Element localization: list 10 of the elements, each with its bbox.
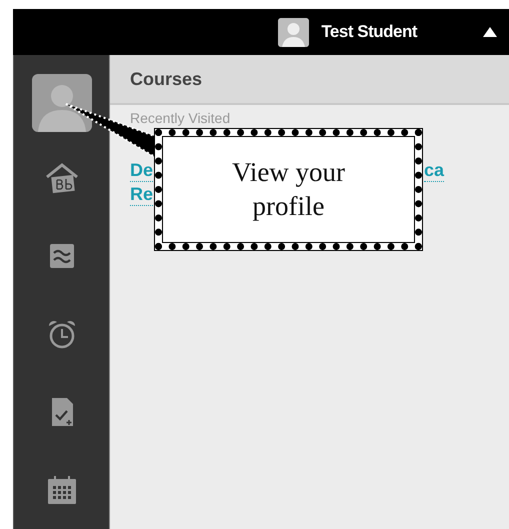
avatar-icon [278, 18, 310, 46]
section-heading: Recently Visited [130, 110, 230, 126]
course-link[interactable]: Re [130, 184, 154, 206]
house-icon [44, 161, 78, 195]
course-link[interactable]: De [130, 160, 154, 182]
profile-button[interactable] [32, 73, 92, 133]
tooltip: View your profile [155, 129, 422, 250]
user-name[interactable]: Test Student [321, 22, 417, 42]
caret-icon[interactable] [483, 27, 497, 37]
panel-title: Courses [130, 68, 202, 90]
